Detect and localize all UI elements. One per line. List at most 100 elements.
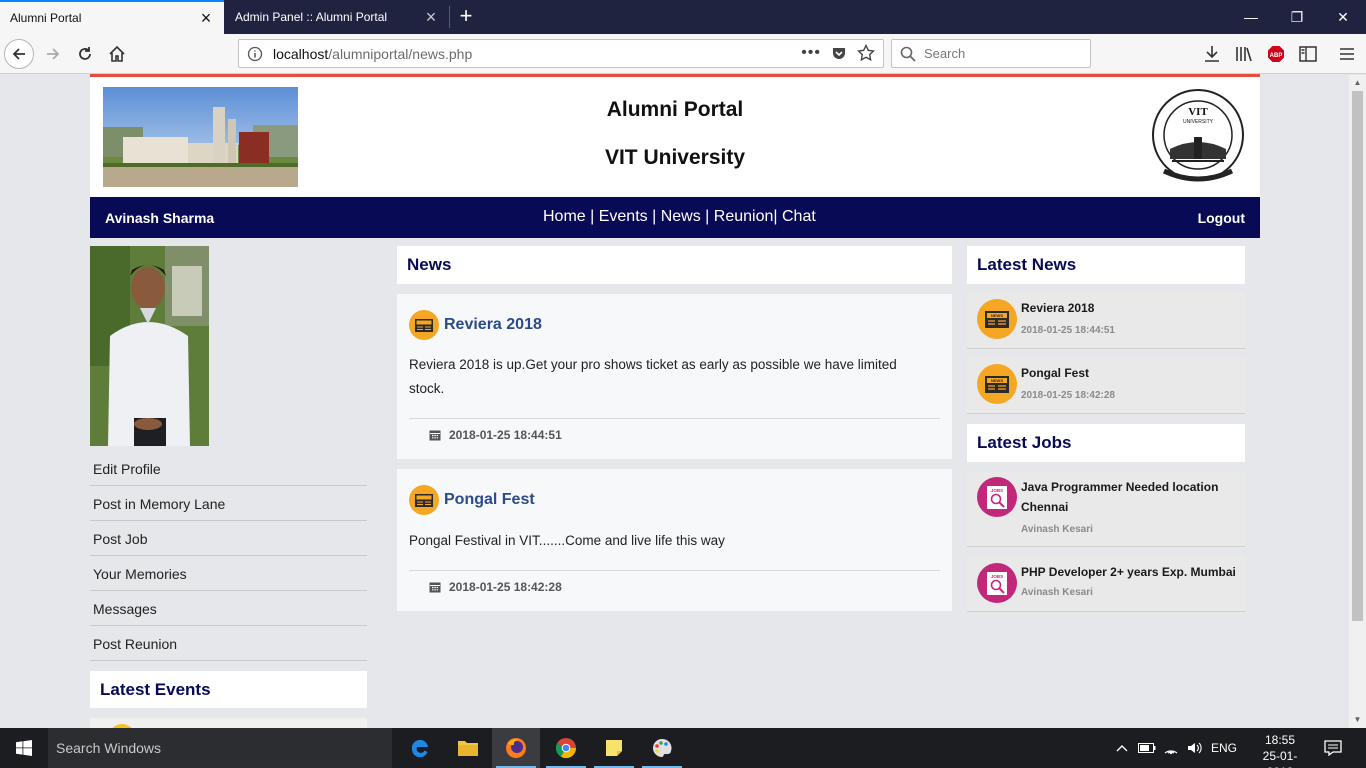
menu-hamburger-icon[interactable] xyxy=(1337,44,1357,64)
jobs-badge-text: JOBS xyxy=(991,488,1003,493)
messages-link[interactable]: Messages xyxy=(90,591,367,626)
edit-profile-link[interactable]: Edit Profile xyxy=(90,451,367,486)
latest-job-item[interactable]: JOBS Java Programmer Needed location Che… xyxy=(967,472,1245,547)
library-icon[interactable] xyxy=(1234,44,1254,64)
close-icon[interactable]: × xyxy=(423,8,439,26)
latest-news-item[interactable]: NEWS Reviera 2018 2018-01-25 18:44:51 xyxy=(967,292,1245,349)
bookmark-star-icon[interactable] xyxy=(857,44,875,62)
close-window-button[interactable]: ✕ xyxy=(1320,0,1366,34)
back-arrow-icon xyxy=(4,39,34,69)
nav-home-link[interactable]: Home xyxy=(543,208,586,225)
taskbar-clock[interactable]: 18:55 25-01-2018 xyxy=(1250,732,1310,768)
page-scrollbar[interactable]: ▲ ▼ xyxy=(1349,75,1366,728)
nav-separator: | xyxy=(700,208,714,225)
windows-logo-icon xyxy=(16,740,32,756)
reload-button[interactable] xyxy=(70,39,100,69)
svg-text:ABP: ABP xyxy=(1270,53,1283,59)
jobs-icon: JOBS xyxy=(977,477,1017,517)
post-job-link[interactable]: Post Job xyxy=(90,521,367,556)
news-date-row: 2018-01-25 18:44:51 xyxy=(409,418,940,442)
news-card: Reviera 2018 Reviera 2018 is up.Get your… xyxy=(397,294,952,459)
news-badge-text: NEWS xyxy=(991,313,1003,318)
nav-events-link[interactable]: Events xyxy=(599,208,648,225)
firefox-icon xyxy=(506,738,526,758)
latest-job-poster: Avinash Kesari xyxy=(1021,587,1093,598)
scroll-down-icon[interactable]: ▼ xyxy=(1349,712,1366,728)
news-card: Pongal Fest Pongal Festival in VIT......… xyxy=(397,469,952,611)
action-center-icon[interactable] xyxy=(1318,728,1348,768)
download-icon[interactable] xyxy=(1202,44,1222,64)
clock-time: 18:55 xyxy=(1264,733,1296,747)
home-button[interactable] xyxy=(102,39,132,69)
url-host: localhost xyxy=(273,45,329,62)
news-title[interactable]: Pongal Fest xyxy=(444,491,535,509)
site-subtitle: VIT University xyxy=(604,146,746,169)
paint-app-button[interactable] xyxy=(638,728,686,768)
post-memory-lane-link[interactable]: Post in Memory Lane xyxy=(90,486,367,521)
nav-news-link[interactable]: News xyxy=(661,208,701,225)
news-title-row: Reviera 2018 xyxy=(409,310,542,340)
post-reunion-link[interactable]: Post Reunion xyxy=(90,626,367,661)
tab-title: Admin Panel :: Alumni Portal xyxy=(235,10,388,24)
your-memories-link[interactable]: Your Memories xyxy=(90,556,367,591)
forward-button[interactable] xyxy=(38,39,68,69)
news-title-row: Pongal Fest xyxy=(409,485,535,515)
close-icon[interactable]: × xyxy=(198,9,214,27)
browser-tab-bar: Alumni Portal × Admin Panel :: Alumni Po… xyxy=(0,0,1366,34)
language-indicator[interactable]: ENG xyxy=(1208,728,1240,768)
nav-reunion-link[interactable]: Reunion xyxy=(714,208,774,225)
nav-separator: | xyxy=(773,208,782,225)
calendar-icon xyxy=(429,430,441,441)
reload-icon xyxy=(79,47,91,60)
news-date-row: 2018-01-25 18:42:28 xyxy=(409,570,940,594)
edge-icon xyxy=(411,739,428,758)
show-hidden-icons-icon[interactable] xyxy=(1112,728,1132,768)
sticky-notes-app-button[interactable] xyxy=(590,728,638,768)
latest-job-poster: Avinash Kesari xyxy=(1021,524,1093,535)
scroll-up-icon[interactable]: ▲ xyxy=(1349,75,1366,91)
latest-events-list xyxy=(90,718,367,738)
news-heading: News xyxy=(397,246,952,284)
user-name: Avinash Sharma xyxy=(105,210,215,226)
new-tab-button[interactable]: + xyxy=(454,4,478,28)
info-icon[interactable] xyxy=(247,46,263,62)
news-badge-text: NEWS xyxy=(991,378,1003,383)
chrome-app-button[interactable] xyxy=(542,728,590,768)
battery-icon[interactable] xyxy=(1136,728,1158,768)
pocket-icon[interactable] xyxy=(831,45,847,61)
tab-admin-panel[interactable]: Admin Panel :: Alumni Portal × xyxy=(225,0,449,34)
latest-job-item[interactable]: JOBS PHP Developer 2+ years Exp. Mumbai … xyxy=(967,555,1245,612)
page-actions-icon[interactable]: ••• xyxy=(801,44,821,62)
news-icon xyxy=(409,310,439,340)
adblock-icon[interactable]: ABP xyxy=(1266,44,1286,64)
nav-chat-link[interactable]: Chat xyxy=(782,208,816,225)
edge-app-button[interactable] xyxy=(396,728,444,768)
file-explorer-app-button[interactable] xyxy=(444,728,492,768)
address-bar[interactable]: localhost/alumniportal/news.php ••• xyxy=(238,39,884,68)
logout-link[interactable]: Logout xyxy=(1198,210,1245,226)
restore-button[interactable]: ❐ xyxy=(1274,0,1320,34)
tab-alumni-portal[interactable]: Alumni Portal × xyxy=(0,0,224,34)
volume-icon[interactable] xyxy=(1184,728,1206,768)
forward-arrow-icon xyxy=(47,48,60,60)
tab-title: Alumni Portal xyxy=(10,11,82,25)
latest-news-item[interactable]: NEWS Pongal Fest 2018-01-25 18:42:28 xyxy=(967,357,1245,414)
minimize-button[interactable]: — xyxy=(1228,0,1274,34)
sidebar-toggle-icon[interactable] xyxy=(1298,44,1318,64)
taskbar-search-input[interactable]: Search Windows xyxy=(48,728,392,768)
news-date: 2018-01-25 18:42:28 xyxy=(449,580,562,594)
wifi-icon[interactable] xyxy=(1160,728,1182,768)
scroll-thumb[interactable] xyxy=(1352,91,1363,621)
campus-image xyxy=(103,87,298,187)
search-icon xyxy=(900,46,916,62)
news-icon: NEWS xyxy=(977,364,1017,404)
clock-date: 25-01-2018 xyxy=(1262,749,1298,768)
browser-search-input[interactable]: Search xyxy=(891,39,1091,68)
news-title[interactable]: Reviera 2018 xyxy=(444,316,542,334)
start-button[interactable] xyxy=(0,728,48,768)
sticky-note-icon xyxy=(606,740,622,756)
firefox-app-button[interactable] xyxy=(492,728,540,768)
latest-jobs-heading: Latest Jobs xyxy=(967,424,1245,462)
back-button[interactable] xyxy=(4,39,34,69)
tab-divider xyxy=(449,6,450,28)
